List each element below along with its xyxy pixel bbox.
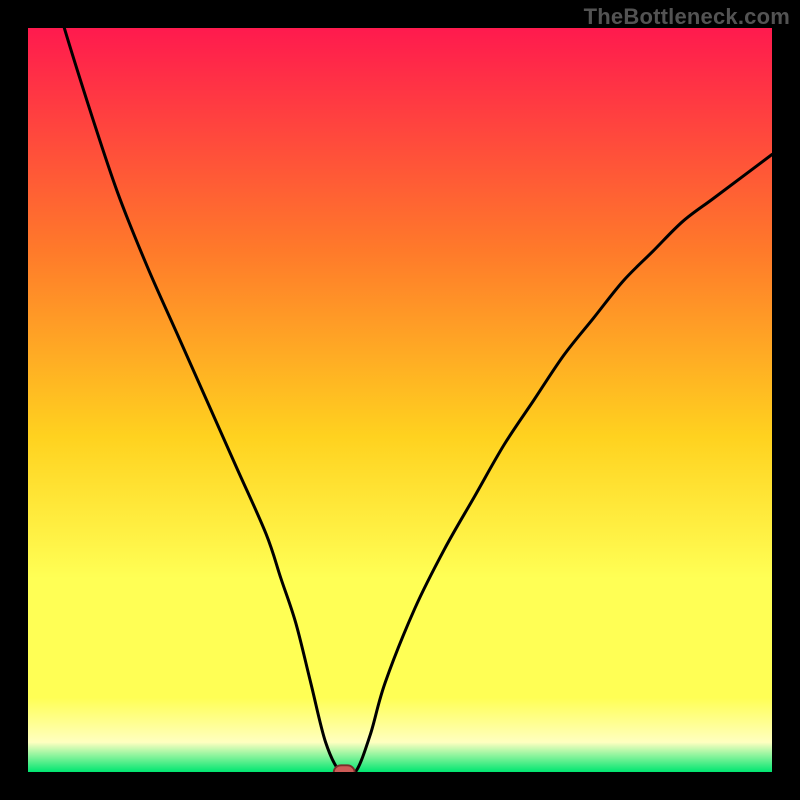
chart-frame: TheBottleneck.com bbox=[0, 0, 800, 800]
gradient-background bbox=[28, 28, 772, 772]
watermark-text: TheBottleneck.com bbox=[584, 4, 790, 30]
optimum-marker bbox=[334, 765, 355, 772]
bottleneck-chart bbox=[28, 28, 772, 772]
